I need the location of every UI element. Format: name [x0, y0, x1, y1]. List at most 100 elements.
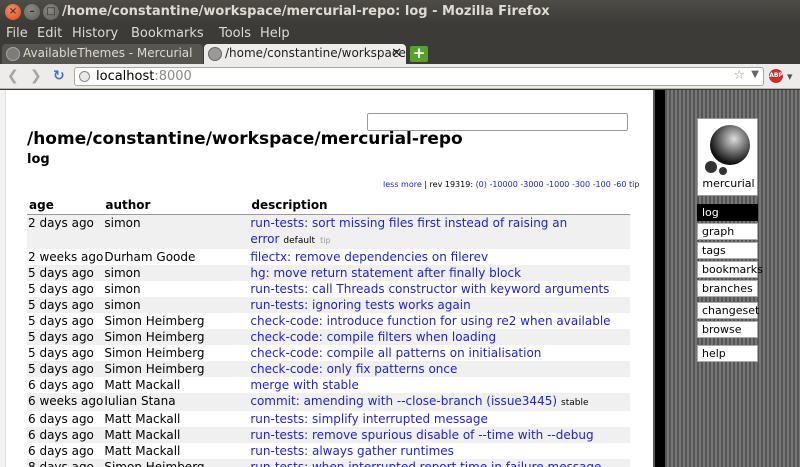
changeset-link[interactable]: check-code: only fix patterns once [250, 362, 457, 376]
row-age: 2 days ago [27, 214, 104, 249]
changeset-link[interactable]: run-tests: ignoring tests works again [250, 298, 470, 312]
rev-link-10000[interactable]: -10000 [489, 180, 517, 189]
row-description: check-code: introduce function for using… [249, 312, 630, 329]
changeset-link[interactable]: check-code: compile filters when loading [250, 330, 496, 344]
changeset-link[interactable]: filectx: remove dependencies on filerev [250, 250, 488, 264]
row-description: run-tests: sort missing files first inst… [249, 214, 630, 249]
site-identity-icon[interactable] [79, 71, 90, 82]
row-author: simon [103, 264, 250, 281]
tab-bar: AvailableThemes - Mercurial /home/consta… [0, 43, 800, 64]
sidebar-item-help[interactable]: help [697, 345, 758, 362]
sidebar-edge [655, 90, 665, 467]
sidebar-item-changeset[interactable]: changeset [697, 302, 759, 319]
sidebar-item-bookmarks[interactable]: bookmarks [697, 261, 763, 278]
menu-help[interactable]: Help [260, 26, 290, 41]
url-text[interactable]: localhost:8000 [96, 69, 192, 84]
new-tab-button[interactable]: + [410, 46, 428, 62]
table-row: 2 weeks ago Durham Goode filectx: remove d… [27, 248, 630, 265]
table-row: 5 days ago Simon Heimberg check-code: intr… [27, 312, 630, 329]
repo-title: /home/constantine/workspace/mercurial-re… [27, 129, 463, 149]
url-dropdown-icon[interactable]: ▼ [751, 69, 759, 80]
rev-link-tip[interactable]: tip [629, 180, 639, 189]
row-age: 5 days ago [27, 360, 104, 377]
forward-arrow-icon[interactable]: ❯ [30, 68, 42, 84]
bookmark-star-icon[interactable]: ☆ [733, 68, 745, 83]
row-age: 6 weeks ago [27, 392, 104, 411]
more-link[interactable]: more [401, 180, 422, 189]
back-arrow-icon[interactable]: ❮ [7, 68, 19, 84]
table-row: 6 days ago Matt Mackall run-tests: always … [27, 442, 630, 459]
navigation-bar: ❮ ❯ ↻ localhost:8000 ☆ ▼ ABP ▾ [0, 64, 800, 89]
row-age: 6 days ago [27, 376, 104, 393]
favicon-icon [6, 47, 20, 61]
changeset-link[interactable]: run-tests: always gather runtimes [250, 444, 454, 458]
menu-file[interactable]: File [6, 26, 28, 41]
row-description: check-code: compile filters when loading [249, 328, 630, 345]
page-content: /home/constantine/workspace/mercurial-re… [0, 90, 800, 467]
changeset-link[interactable]: run-tests: simplify interrupted message [250, 412, 487, 426]
menu-tools[interactable]: Tools [219, 26, 251, 41]
tab-close-icon[interactable]: ✕ [391, 44, 402, 63]
sidebar-item-browse[interactable]: browse [697, 321, 758, 338]
row-age: 6 days ago [27, 410, 104, 427]
changeset-link[interactable]: run-tests: when interrupted report time … [250, 460, 601, 467]
row-author: Iulian Stana [103, 392, 250, 411]
menu-history[interactable]: History [72, 26, 118, 41]
page-gutter [0, 90, 6, 467]
title-bar: × – □ /home/constantine/workspace/mercur… [0, 0, 800, 24]
changeset-link[interactable]: hg: move return statement after finally … [250, 266, 521, 280]
changeset-link[interactable]: run-tests: remove spurious disable of --… [250, 428, 593, 442]
mercurial-logo[interactable]: mercurial [697, 118, 758, 196]
row-age: 5 days ago [27, 312, 104, 329]
table-row: 6 days ago Matt Mackall merge with stable [27, 376, 630, 393]
minimize-window-button[interactable]: – [24, 4, 40, 20]
row-author: Matt Mackall [103, 426, 250, 443]
maximize-window-button[interactable]: □ [43, 4, 59, 20]
rev-link-1000[interactable]: -1000 [546, 180, 569, 189]
table-row: 6 days ago Matt Mackall run-tests: simplif… [27, 410, 630, 427]
sidebar-item-branches[interactable]: branches [697, 280, 758, 297]
tab-repo-log[interactable]: /home/constantine/workspace/mercurial-re… [204, 44, 406, 64]
toolbar-menu-icon[interactable]: ▾ [787, 70, 793, 83]
changeset-link[interactable]: commit: amending with --close-branch (is… [250, 394, 557, 408]
adblock-icon[interactable]: ABP [769, 69, 783, 83]
rev-link-100[interactable]: -100 [593, 180, 611, 189]
close-window-button[interactable]: × [5, 4, 21, 20]
row-age: 6 days ago [27, 426, 104, 443]
row-description: hg: move return statement after finally … [249, 264, 630, 281]
sidebar-item-log[interactable]: log [697, 204, 758, 221]
rev-link-3000[interactable]: -3000 [520, 180, 543, 189]
rev-link-60[interactable]: -60 [613, 180, 626, 189]
row-author: Simon Heimberg [103, 360, 250, 377]
sidebar-item-graph[interactable]: graph [697, 223, 758, 240]
table-row: 8 days ago Simon Heimberg run-tests: when … [27, 458, 630, 467]
row-author: simon [103, 214, 250, 249]
menu-edit[interactable]: Edit [37, 26, 62, 41]
row-description: merge with stable [249, 376, 630, 393]
changeset-link[interactable]: check-code: introduce function for using… [250, 314, 610, 328]
url-bar[interactable]: localhost:8000 ☆ ▼ [74, 67, 764, 86]
row-author: Simon Heimberg [103, 344, 250, 361]
row-age: 8 days ago [27, 458, 104, 467]
logo-drop-small-icon [705, 161, 717, 173]
row-description: commit: amending with --close-branch (is… [249, 392, 630, 411]
tab-available-themes[interactable]: AvailableThemes - Mercurial [2, 44, 203, 64]
changeset-link[interactable]: run-tests: call Threads constructor with… [250, 282, 609, 296]
table-row: 6 days ago Matt Mackall run-tests: remove … [27, 426, 630, 443]
reload-icon[interactable]: ↻ [53, 68, 65, 84]
rev-link-0[interactable]: (0) [476, 180, 487, 189]
changeset-link[interactable]: merge with stable [250, 378, 359, 392]
row-author: Matt Mackall [103, 410, 250, 427]
rev-link-300[interactable]: -300 [572, 180, 590, 189]
changeset-link[interactable]: check-code: compile all patterns on init… [250, 346, 541, 360]
row-age: 5 days ago [27, 264, 104, 281]
column-author: author [103, 197, 250, 215]
less-link[interactable]: less [383, 180, 398, 189]
mercurial-favicon-icon [208, 47, 222, 61]
row-description: run-tests: remove spurious disable of --… [249, 426, 630, 443]
row-age: 2 weeks ago [27, 248, 104, 265]
row-author: Simon Heimberg [103, 458, 250, 467]
sidebar-item-tags[interactable]: tags [697, 242, 758, 259]
sidebar-menu-group-1: log graph tags bookmarks branches [697, 204, 763, 299]
menu-bookmarks[interactable]: Bookmarks [131, 26, 204, 41]
